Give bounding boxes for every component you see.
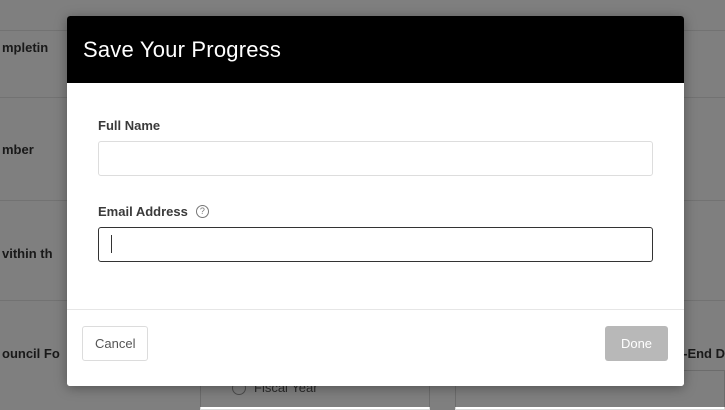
full-name-input[interactable]	[98, 141, 653, 176]
save-progress-dialog: Save Your Progress Full Name Email Addre…	[67, 16, 684, 386]
dialog-header: Save Your Progress	[67, 16, 684, 83]
full-name-field-group: Full Name	[98, 117, 653, 176]
email-input[interactable]	[98, 227, 653, 262]
full-name-label: Full Name	[98, 117, 653, 133]
full-name-label-text: Full Name	[98, 117, 161, 133]
question-circle-icon[interactable]: ?	[195, 204, 209, 218]
email-field-group: Email Address ?	[98, 203, 653, 262]
text-cursor	[111, 235, 112, 253]
email-label-text: Email Address	[98, 203, 188, 219]
dialog-footer: Cancel Done	[67, 309, 684, 386]
email-label: Email Address ?	[98, 203, 653, 219]
cancel-button[interactable]: Cancel	[82, 326, 149, 361]
done-button[interactable]: Done	[605, 326, 668, 361]
dialog-title: Save Your Progress	[83, 36, 282, 62]
dialog-body: Full Name Email Address ?	[67, 83, 684, 309]
